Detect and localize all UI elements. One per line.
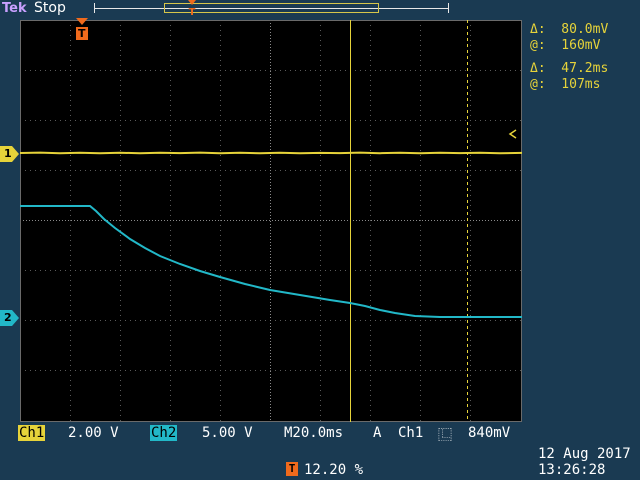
timebase[interactable]: M20.0ms — [284, 425, 343, 441]
trigger-position-icon: T — [188, 0, 196, 16]
graticule — [20, 20, 522, 422]
trigger-mode: A — [373, 425, 382, 441]
cursor-delta-time: Δ: 47.2ms — [530, 61, 609, 76]
channel-status-bar: Ch1 2.00 V Ch2 5.00 V M20.0ms A Ch1 ⿺ 84… — [18, 425, 530, 444]
ch2-label[interactable]: Ch2 — [150, 425, 178, 441]
date-label: 12 Aug 2017 — [538, 446, 631, 462]
trigger-level-icon — [508, 129, 517, 139]
trigger-level: 840mV — [468, 425, 511, 441]
waveform-display[interactable] — [20, 20, 522, 422]
trigger-position-percent: 12.20 % — [304, 462, 364, 478]
run-state-label[interactable]: Stop — [34, 0, 66, 16]
ch1-waveform — [20, 151, 522, 155]
cursor-position-voltage: @: 160mV — [530, 38, 601, 53]
brand-logo: Tek — [2, 1, 27, 16]
trigger-source[interactable]: Ch1 — [398, 425, 423, 441]
time-label: 13:26:28 — [538, 462, 606, 478]
ch1-scale: 2.00 V — [68, 425, 119, 441]
ch1-label[interactable]: Ch1 — [18, 425, 46, 441]
ch2-waveform — [20, 205, 522, 318]
ch2-ground-marker[interactable]: 2 — [0, 310, 19, 326]
cursor-delta-voltage: Δ: 80.0mV — [530, 22, 609, 37]
top-status-bar: Tek Stop T — [0, 0, 640, 18]
svg-text:T: T — [189, 7, 196, 16]
ch2-scale: 5.00 V — [202, 425, 253, 441]
ch1-ground-marker[interactable]: 1 — [0, 146, 19, 162]
trigger-position-icon-footer: T — [286, 462, 298, 476]
record-length-indicator: T — [94, 0, 449, 16]
cursor-position-time: @: 107ms — [530, 77, 601, 92]
trigger-slope-icon: ⿺ — [438, 428, 452, 444]
trigger-time-marker[interactable]: T — [74, 18, 90, 45]
